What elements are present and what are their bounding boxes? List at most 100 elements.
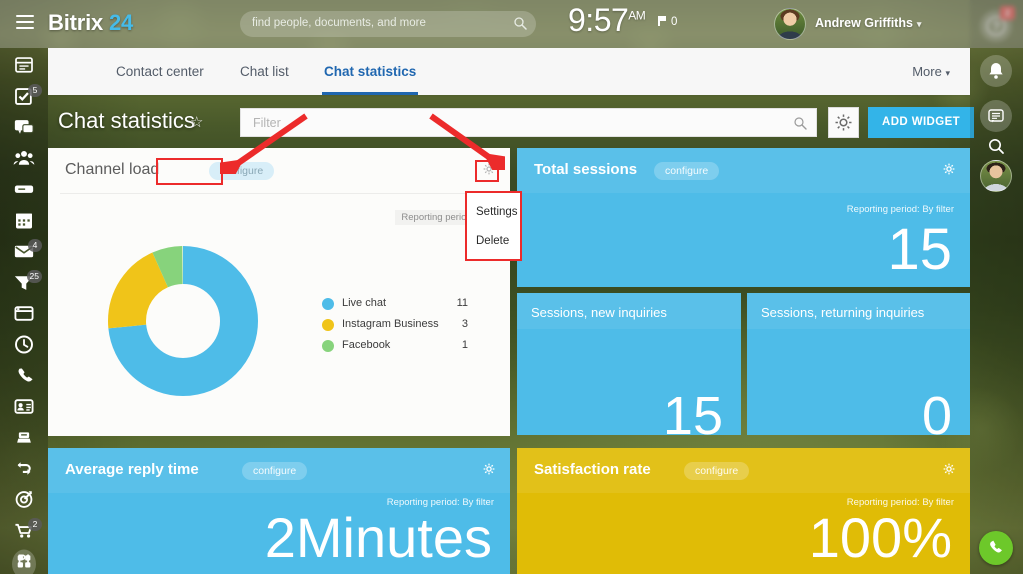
sidebar-item-contact-center[interactable] bbox=[0, 393, 48, 424]
logo-name: Bitrix bbox=[48, 10, 104, 35]
chat-bubble-icon bbox=[12, 115, 36, 144]
sidebar-item-telephony[interactable] bbox=[0, 362, 48, 393]
widget-header: Sessions, new inquiries bbox=[517, 293, 741, 329]
widget-value: 100% bbox=[808, 506, 952, 569]
legend-value: 11 bbox=[456, 297, 468, 309]
search-button[interactable] bbox=[980, 130, 1012, 162]
widget-header: Sessions, returning inquiries bbox=[747, 293, 970, 329]
widget-satisfaction-rate: Satisfaction rate configure Reporting pe… bbox=[517, 448, 970, 574]
sidebar-item-mail[interactable]: 4 bbox=[0, 238, 48, 269]
tab-chat-statistics[interactable]: Chat statistics bbox=[322, 48, 419, 95]
chevron-down-icon: ▾ bbox=[945, 68, 950, 78]
sidebar-item-drive[interactable] bbox=[0, 176, 48, 207]
widget-value: 2Minutes bbox=[264, 506, 492, 569]
global-search-placeholder: find people, documents, and more bbox=[252, 17, 426, 29]
sidebar-badge: 4 bbox=[28, 239, 42, 252]
widget-title: Channel load bbox=[65, 161, 160, 178]
legend-item: Instagram Business 3 bbox=[322, 315, 482, 336]
user-menu[interactable]: Andrew Griffiths ▾ bbox=[815, 16, 921, 30]
widget-total-sessions: Total sessions configure Reporting perio… bbox=[517, 148, 970, 287]
widget-title: Sessions, new inquiries bbox=[531, 305, 667, 320]
legend-color-swatch bbox=[322, 298, 334, 310]
star-icon[interactable]: ☆ bbox=[190, 113, 203, 131]
context-menu-item-delete[interactable]: Delete bbox=[476, 235, 509, 247]
search-icon bbox=[989, 139, 1004, 154]
sidebar-item-feed[interactable] bbox=[0, 52, 48, 83]
sidebar-item-calendar[interactable] bbox=[0, 207, 48, 238]
sidebar-badge: 5 bbox=[28, 84, 42, 97]
flag-counter[interactable]: 0 bbox=[658, 16, 677, 28]
tab-chat-list[interactable]: Chat list bbox=[238, 48, 291, 95]
building-icon bbox=[12, 425, 36, 454]
chat-lines-icon bbox=[988, 109, 1004, 123]
gear-icon[interactable] bbox=[941, 161, 957, 177]
clock-icon bbox=[12, 332, 36, 361]
clock-ampm: AM bbox=[628, 8, 646, 23]
gear-icon[interactable] bbox=[941, 461, 957, 477]
widget-value: 0 bbox=[921, 386, 952, 435]
call-button[interactable] bbox=[979, 531, 1013, 565]
widget-header: Satisfaction rate configure bbox=[517, 448, 970, 493]
sidebar-badge: 25 bbox=[26, 270, 42, 283]
calendar-icon bbox=[12, 208, 36, 237]
drive-icon bbox=[12, 177, 36, 206]
sidebar-item-groups[interactable] bbox=[0, 145, 48, 176]
sidebar-item-marketing[interactable] bbox=[0, 486, 48, 517]
widget-context-menu: Settings Delete bbox=[466, 192, 521, 260]
sidebar-item-tasks[interactable]: 5 bbox=[0, 83, 48, 114]
sidebar-item-sites[interactable] bbox=[0, 300, 48, 331]
filter-input[interactable]: Filter bbox=[240, 108, 817, 137]
widget-sessions-returning-inquiries: Sessions, returning inquiries 0 bbox=[747, 293, 970, 435]
app-logo[interactable]: Bitrix 24 bbox=[48, 10, 133, 36]
sidebar-footer-label: PI bbox=[17, 552, 31, 566]
widget-title: Average reply time bbox=[65, 461, 199, 478]
messenger-button[interactable] bbox=[980, 100, 1012, 132]
hamburger-menu-icon[interactable] bbox=[16, 15, 34, 29]
right-sidebar: ? 2 bbox=[970, 0, 1023, 574]
chevron-down-icon: ▾ bbox=[916, 19, 922, 29]
sidebar-item-online-store[interactable]: 2 bbox=[0, 517, 48, 548]
search-icon bbox=[514, 17, 527, 30]
gear-icon[interactable] bbox=[481, 161, 497, 177]
configure-button[interactable]: configure bbox=[654, 162, 720, 180]
avatar[interactable] bbox=[774, 8, 806, 40]
sidebar-item-time[interactable] bbox=[0, 331, 48, 362]
clock-time: 9:57 bbox=[568, 2, 629, 38]
donut-chart-svg bbox=[108, 246, 258, 396]
bell-icon bbox=[989, 63, 1003, 79]
user-name-label: Andrew Griffiths bbox=[815, 16, 913, 30]
add-widget-button[interactable]: ADD WIDGET bbox=[868, 107, 975, 138]
legend-label: Instagram Business bbox=[342, 318, 439, 330]
configure-button[interactable]: configure bbox=[684, 462, 750, 480]
phone-icon bbox=[12, 363, 36, 392]
sidebar-item-automation[interactable] bbox=[0, 455, 48, 486]
logo-number: 24 bbox=[108, 10, 134, 35]
sidebar-item-company[interactable] bbox=[0, 424, 48, 455]
legend-color-swatch bbox=[322, 319, 334, 331]
top-bar: Bitrix 24 find people, documents, and mo… bbox=[0, 0, 1023, 48]
toolbar-settings-button[interactable] bbox=[828, 107, 859, 138]
global-search-input[interactable]: find people, documents, and more bbox=[240, 11, 536, 37]
sync-arrows-icon bbox=[12, 456, 36, 485]
legend-value: 3 bbox=[461, 318, 468, 330]
legend-item: Live chat 11 bbox=[322, 294, 482, 315]
reporting-period-label: Reporting period: By filter bbox=[846, 204, 954, 215]
notifications-button[interactable] bbox=[980, 55, 1012, 87]
legend-color-swatch bbox=[322, 340, 334, 352]
configure-button[interactable]: configure bbox=[209, 162, 275, 180]
window-icon bbox=[12, 301, 36, 330]
widget-average-reply-time: Average reply time configure Reporting p… bbox=[48, 448, 510, 574]
widget-header: Total sessions configure bbox=[517, 148, 970, 193]
configure-button[interactable]: configure bbox=[242, 462, 308, 480]
sidebar-item-crm[interactable]: 25 bbox=[0, 269, 48, 300]
channel-load-legend: Live chat 11 Instagram Business 3 Facebo… bbox=[322, 294, 482, 357]
sidebar-item-chat[interactable] bbox=[0, 114, 48, 145]
tab-contact-center[interactable]: Contact center bbox=[114, 48, 206, 95]
context-menu-item-settings[interactable]: Settings bbox=[476, 206, 518, 218]
gear-icon[interactable] bbox=[481, 461, 497, 477]
more-menu-button[interactable]: More ▾ bbox=[912, 48, 950, 95]
right-sidebar-avatar[interactable] bbox=[980, 160, 1012, 192]
search-icon[interactable] bbox=[793, 116, 807, 130]
widget-value: 15 bbox=[887, 217, 952, 282]
sidebar-badge: 2 bbox=[28, 518, 42, 531]
